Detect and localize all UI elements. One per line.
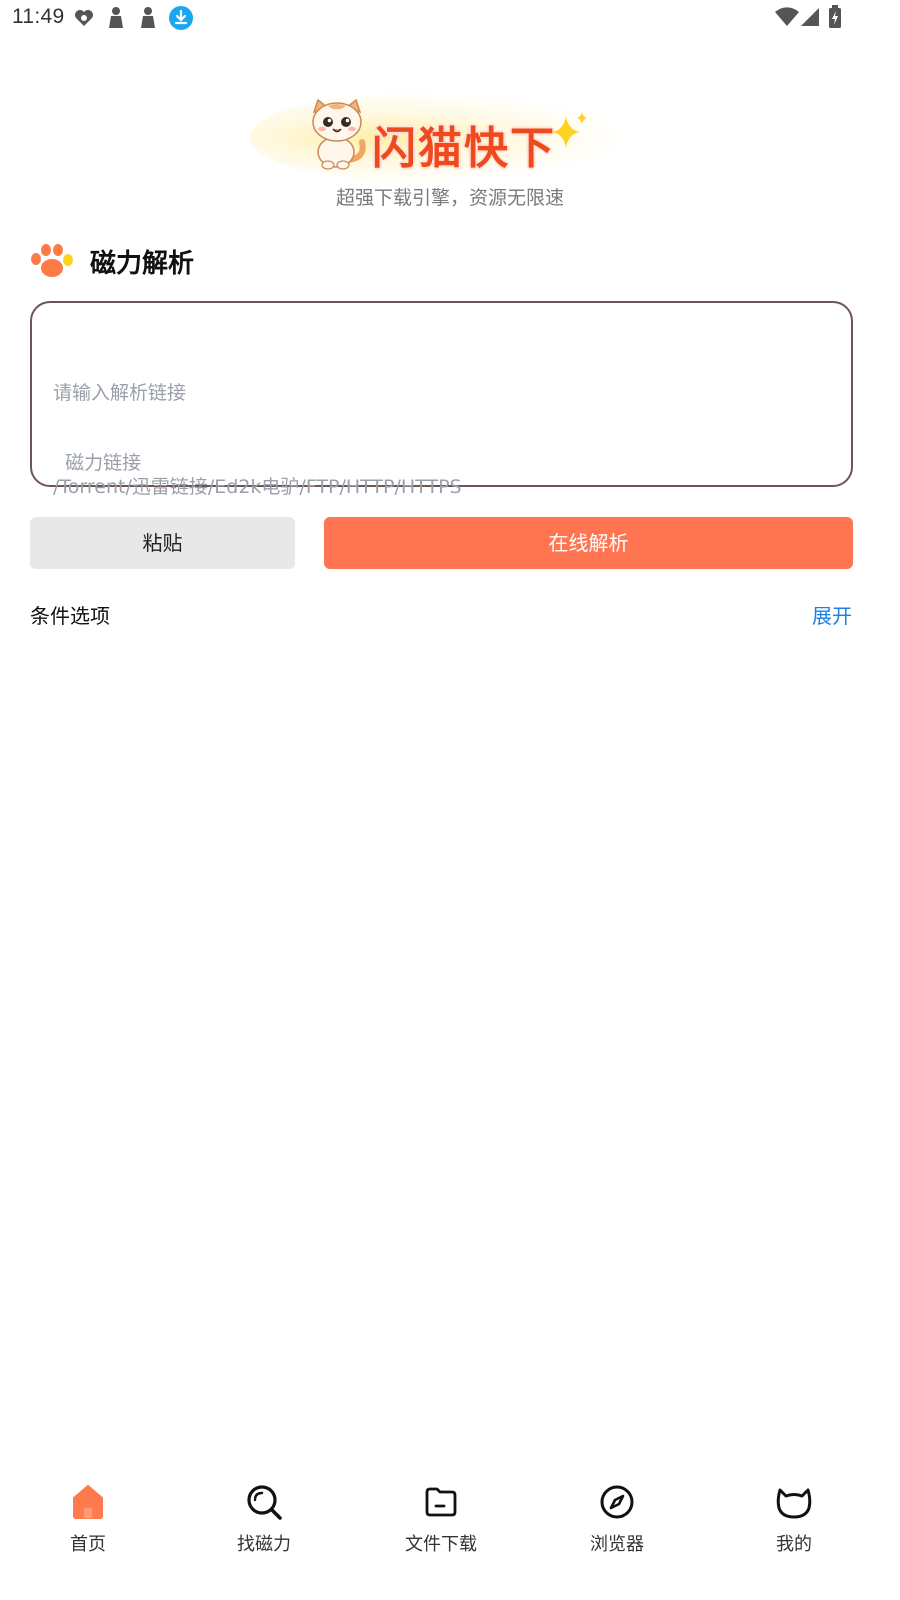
parse-online-button[interactable]: 在线解析: [324, 517, 853, 569]
download-notification-icon: [169, 6, 193, 30]
section-title: 磁力解析: [90, 249, 195, 279]
cat-mascot-icon: [312, 98, 366, 170]
input-placeholder-primary: 请输入解析链接: [53, 382, 187, 404]
bottom-nav: 首页 找磁力 文件下载 浏览器 我的: [0, 1470, 900, 1600]
paste-button[interactable]: 粘贴: [30, 517, 295, 569]
figure-notification-icon-2: [141, 7, 155, 28]
search-icon: [247, 1485, 282, 1520]
app-slogan: 超强下载引擎，资源无限速: [335, 187, 564, 209]
options-label: 条件选项: [30, 604, 110, 628]
status-bar: 11:49: [0, 0, 900, 38]
nav-label-home: 首页: [70, 1534, 106, 1555]
sparkle-icon: [552, 112, 587, 148]
nav-label-mine: 我的: [776, 1534, 812, 1555]
nav-item-browser[interactable]: 浏览器: [547, 1470, 687, 1570]
expand-options-link[interactable]: 展开: [812, 600, 852, 629]
paw-icon: [31, 244, 73, 277]
compass-icon: [600, 1485, 634, 1519]
nav-label-file-download: 文件下载: [405, 1534, 477, 1555]
nav-item-home[interactable]: 首页: [18, 1470, 158, 1570]
nav-item-find-magnet[interactable]: 找磁力: [194, 1470, 334, 1570]
nav-item-mine[interactable]: 我的: [724, 1470, 864, 1570]
nav-item-file-download[interactable]: 文件下载: [371, 1470, 511, 1570]
heart-notification-icon: [75, 10, 93, 26]
app-logo: 闪猫快下: [250, 90, 640, 190]
nav-label-browser: 浏览器: [590, 1534, 644, 1555]
cat-head-icon: [776, 1488, 812, 1519]
wifi-icon: [775, 7, 799, 27]
folder-icon: [425, 1487, 457, 1517]
input-placeholder-formats: 磁力链接 /Torrent/迅雷链接/Ed2k电驴/FTP/HTTP/HTTPS: [53, 452, 462, 498]
signal-icon: [801, 8, 819, 26]
status-time: 11:49: [12, 5, 65, 28]
link-input[interactable]: 请输入解析链接 磁力链接 /Torrent/迅雷链接/Ed2k电驴/FTP/HT…: [30, 301, 853, 498]
battery-icon: [829, 5, 841, 28]
figure-notification-icon: [109, 7, 123, 28]
home-icon: [73, 1485, 103, 1519]
app-name: 闪猫快下: [372, 123, 556, 174]
nav-label-find-magnet: 找磁力: [237, 1534, 291, 1555]
